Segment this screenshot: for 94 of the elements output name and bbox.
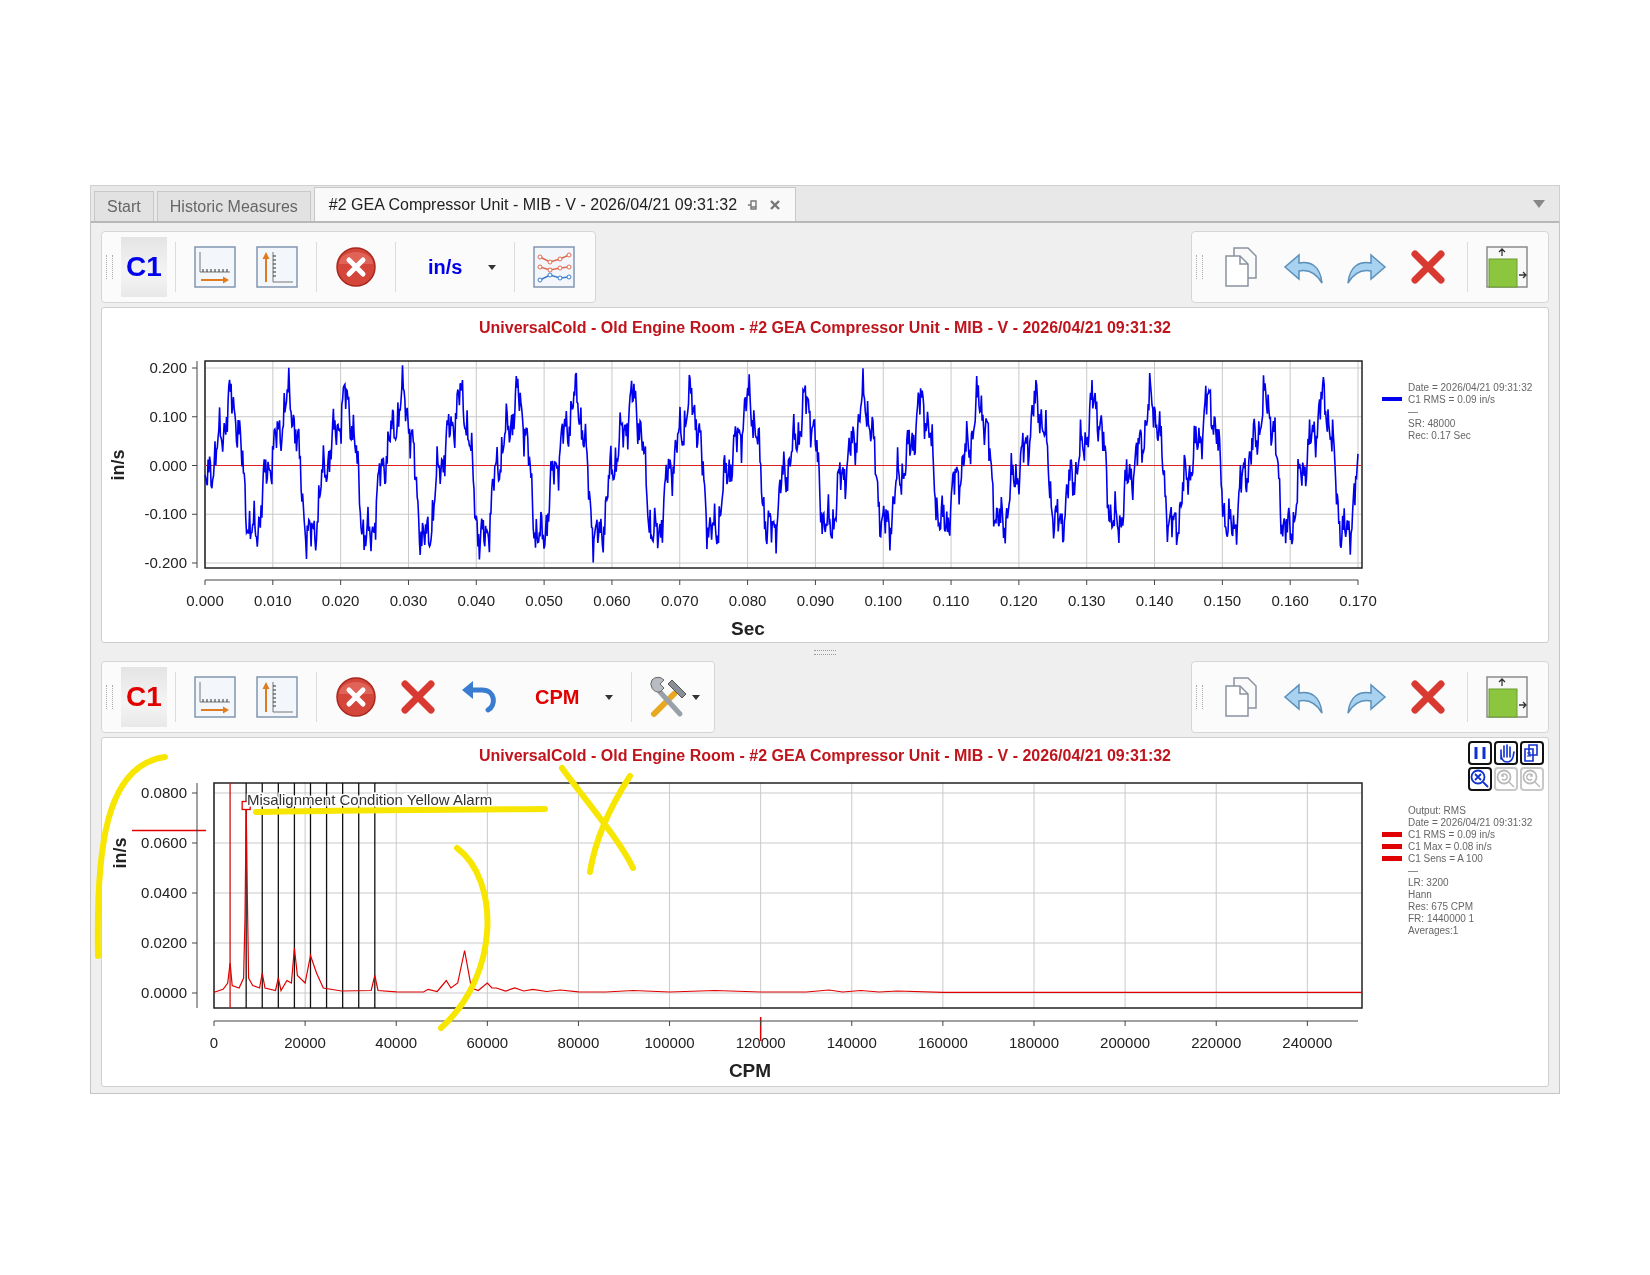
axis-tick-label: 0.0000 (141, 984, 187, 1001)
legend-text: — (1408, 405, 1418, 417)
pin-icon[interactable] (747, 198, 760, 211)
axis-tick-label: 0.140 (1135, 592, 1174, 609)
axis-title: in/s (110, 837, 130, 869)
axis-tick-label: 0.0400 (141, 884, 187, 901)
legend-text: FR: 1440000 1 (1408, 912, 1475, 924)
vertical-ruler-icon[interactable] (255, 245, 299, 289)
axis-tick-label: 0.0600 (141, 834, 187, 851)
legend-text: LR: 3200 (1408, 876, 1449, 888)
axis-tick-label: 220000 (1191, 1034, 1242, 1051)
axis-title: CPM (728, 1060, 772, 1081)
axis-tick-label: 20000 (284, 1034, 326, 1051)
axis-tick-label: 160000 (917, 1034, 968, 1051)
caret-icon (605, 694, 614, 700)
axis-tick-label: -0.100 (144, 505, 187, 523)
axis-tick-label: 0.170 (1339, 592, 1377, 609)
close-circle-icon[interactable] (334, 245, 378, 289)
legend-text: C1 RMS = 0.09 in/s (1408, 393, 1495, 405)
toolbar-grip[interactable] (1196, 685, 1203, 709)
axis-tick-label: 0.0800 (141, 784, 187, 801)
zoom-reset-icon[interactable] (1468, 767, 1492, 791)
axis-tick-label: 0.130 (1067, 592, 1106, 609)
legend-text: C1 RMS = 0.09 in/s (1408, 828, 1495, 840)
axis-tick-label: 100000 (644, 1034, 695, 1051)
axis-tick-label: 0.100 (149, 407, 187, 425)
splitter-handle[interactable] (814, 649, 836, 655)
pause-icon[interactable] (1468, 741, 1492, 765)
axis-tick-label: 0.200 (149, 359, 187, 376)
channel-button[interactable]: C1 (121, 237, 167, 297)
resize-panel-icon[interactable] (1485, 245, 1529, 289)
chart-title: UniversalCold - Old Engine Room - #2 GEA Compressor Unit - MIB - V - 2026/04/21 09:31:32 (479, 746, 1171, 765)
legend-text: Averages:1 (1408, 924, 1459, 936)
axis-tick-label: 40000 (375, 1034, 418, 1051)
caret-icon (692, 694, 701, 700)
axis-tick-label: -0.200 (144, 554, 187, 571)
axis-tick-label: 0.050 (525, 592, 563, 609)
axis-tick-label: 0.000 (186, 592, 224, 609)
toolbar-grip[interactable] (106, 255, 113, 279)
close-icon[interactable] (769, 198, 782, 211)
axis-title: Sec (731, 618, 765, 639)
axis-tick-label: 200000 (1100, 1034, 1151, 1051)
toolbar-grip[interactable] (106, 685, 113, 709)
tab[interactable]: #2 GEA Compressor Unit - MIB - V - 2026/04/21 09:31:32 (313, 187, 797, 221)
legend-text: Output: RMS (1408, 804, 1466, 816)
chart-title: UniversalCold - Old Engine Room - #2 GEA Compressor Unit - MIB - V - 2026/04/21 09:31:32 (479, 319, 1171, 337)
legend-text: — (1408, 864, 1418, 876)
axis-tick-label: 0.160 (1271, 592, 1309, 609)
close-circle-icon[interactable] (334, 675, 378, 719)
vertical-ruler-icon[interactable] (255, 675, 299, 719)
axis-tick-label: 120000 (735, 1034, 786, 1051)
unit-dropdown[interactable]: in/s (404, 247, 507, 287)
horizontal-ruler-icon[interactable] (193, 245, 237, 289)
axis-tick-label: 0.110 (932, 592, 970, 609)
axis-tick-label: 80000 (557, 1034, 600, 1051)
axis-title: in/s (108, 449, 128, 481)
unit-dropdown[interactable]: CPM (511, 677, 624, 717)
line-series-icon[interactable] (532, 245, 577, 289)
axis-tick-label: 0.000 (149, 456, 187, 474)
tab[interactable]: Historic Measures (156, 191, 311, 221)
axis-tick-label: 0.100 (864, 592, 902, 609)
channel-button[interactable]: C1 (121, 667, 167, 727)
axis-tick-label: 0.150 (1203, 592, 1242, 609)
toolbar-grip[interactable] (1196, 255, 1203, 279)
legend-text: Hann (1408, 888, 1432, 900)
axis-tick-label: 0 (209, 1034, 219, 1051)
legend-text: Date = 2026/04/21 09:31:32 (1408, 816, 1533, 828)
legend-text: Rec: 0.17 Sec (1408, 429, 1471, 441)
tab[interactable]: Start (94, 191, 154, 221)
copy-icon[interactable] (1520, 741, 1544, 765)
axis-tick-label: 0.0200 (141, 934, 187, 951)
horizontal-ruler-icon[interactable] (193, 675, 237, 719)
axis-tick-label: 0.060 (593, 592, 631, 609)
legend-text: C1 Sens = A 100 (1408, 852, 1483, 864)
axis-tick-label: 0.090 (796, 592, 835, 609)
legend-text: Date = 2026/04/21 09:31:32 (1408, 381, 1533, 393)
axis-tick-label: 180000 (1008, 1034, 1060, 1051)
caret-icon (488, 264, 497, 270)
legend-text: Res: 675 CPM (1408, 900, 1474, 912)
axis-tick-label: 0.010 (254, 592, 292, 609)
axis-tick-label: 0.020 (321, 592, 360, 609)
dropdown-caret-icon[interactable] (1533, 199, 1545, 208)
axis-tick-label: 0.080 (728, 592, 767, 609)
resize-panel-icon[interactable] (1485, 675, 1529, 719)
axis-tick-label: 240000 (1282, 1034, 1333, 1051)
hand-icon[interactable] (1494, 741, 1518, 765)
axis-tick-label: 0.040 (457, 592, 496, 609)
axis-tick-label: 0.120 (1000, 592, 1038, 609)
legend-text: SR: 48000 (1408, 417, 1456, 429)
legend-text: C1 Max = 0.08 in/s (1408, 840, 1492, 852)
axis-tick-label: 0.030 (389, 592, 428, 609)
axis-tick-label: 60000 (466, 1034, 509, 1051)
axis-tick-label: 140000 (826, 1034, 877, 1051)
axis-tick-label: 0.070 (661, 592, 699, 609)
